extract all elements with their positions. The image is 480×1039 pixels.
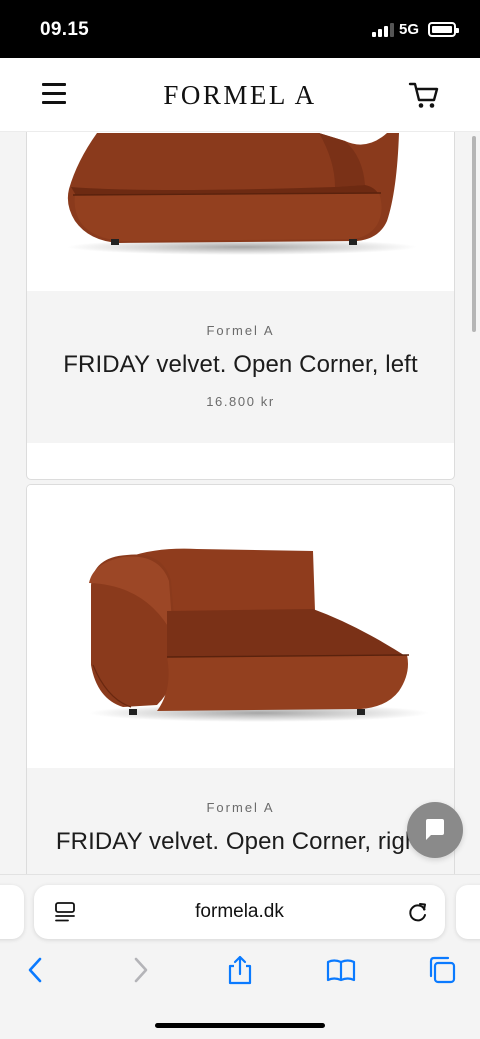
network-type: 5G: [399, 21, 420, 38]
product-vendor: Formel A: [206, 800, 275, 815]
battery-icon: [428, 22, 459, 37]
shopping-cart-icon[interactable]: [406, 78, 440, 112]
chat-button[interactable]: [407, 802, 463, 858]
share-icon[interactable]: [225, 955, 255, 985]
product-title[interactable]: FRIDAY velvet. Open Corner, left: [27, 351, 454, 379]
status-bar: 09.15 5G: [0, 0, 480, 58]
url-text[interactable]: formela.dk: [34, 901, 445, 923]
product-title[interactable]: FRIDAY velvet. Open Corner, right: [27, 828, 454, 856]
cellular-signal-icon: [372, 23, 394, 37]
scrollbar[interactable]: [472, 136, 476, 332]
status-time: 09.15: [40, 19, 90, 40]
page: 09.15 5G Formel A FRIDAY velvet. Open Co…: [0, 0, 480, 1039]
product-price: 16.800 kr: [206, 394, 275, 409]
product-vendor: Formel A: [206, 323, 275, 338]
bookmarks-icon[interactable]: [326, 955, 356, 985]
forward-icon[interactable]: [125, 955, 155, 985]
reload-icon[interactable]: [406, 900, 430, 924]
product-image[interactable]: [27, 485, 454, 768]
home-indicator[interactable]: [155, 1023, 325, 1028]
chat-bubble-icon: [426, 819, 444, 840]
browser-toolbar: formela.dk: [0, 874, 480, 1039]
product-image[interactable]: [27, 111, 454, 291]
site-header: FORMEL A: [0, 58, 480, 132]
product-info: Formel A FRIDAY velvet. Open Corner, lef…: [27, 291, 454, 443]
address-bar[interactable]: formela.dk: [34, 885, 445, 939]
product-card[interactable]: Formel A FRIDAY velvet. Open Corner, lef…: [26, 110, 455, 480]
tabs-icon[interactable]: [427, 955, 457, 985]
back-icon[interactable]: [21, 955, 51, 985]
previous-tab-preview[interactable]: [0, 885, 24, 939]
next-tab-preview[interactable]: [456, 885, 480, 939]
product-card[interactable]: Formel A FRIDAY velvet. Open Corner, rig…: [26, 484, 455, 904]
